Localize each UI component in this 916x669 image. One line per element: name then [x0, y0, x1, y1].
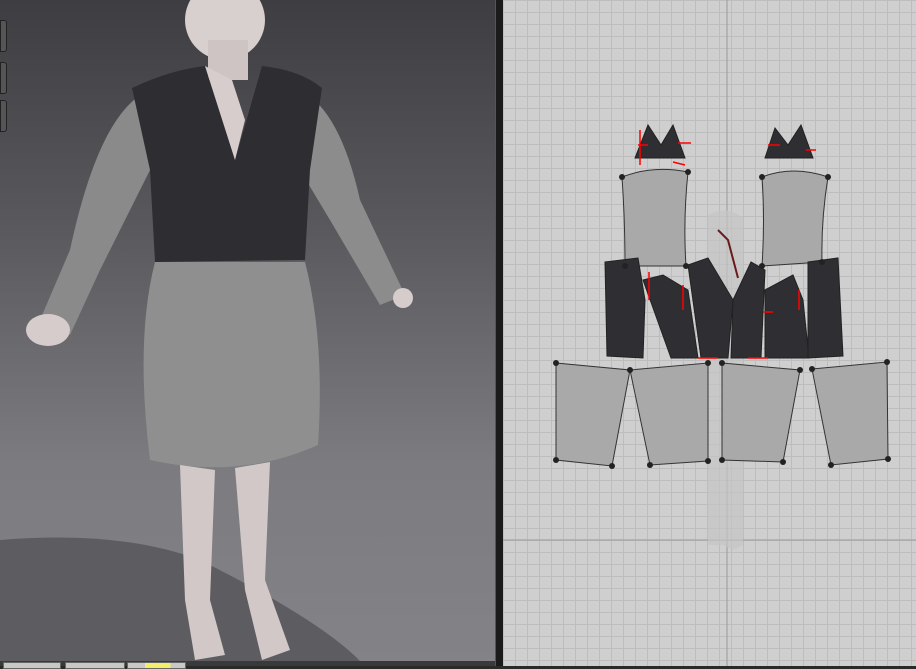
pattern-piece-front-right[interactable] [764, 274, 810, 359]
pattern-piece-sleeve-right[interactable] [761, 170, 829, 267]
pattern-piece-cap-left[interactable] [634, 123, 686, 159]
pattern-piece-front-left[interactable] [642, 274, 699, 359]
skirt [143, 262, 320, 468]
pattern-piece-skirt-1[interactable] [555, 362, 631, 467]
pattern-piece-sleeve-left[interactable] [621, 168, 689, 267]
pattern-piece-skirt-4[interactable] [811, 361, 889, 466]
pattern-canvas [503, 0, 916, 666]
pattern-piece-skirt-2[interactable] [629, 362, 709, 466]
3d-viewport[interactable] [0, 0, 495, 661]
pattern-piece-side-right[interactable] [807, 257, 844, 359]
pattern-piece-skirt-3[interactable] [721, 362, 801, 463]
pattern-piece-cap-right[interactable] [764, 123, 814, 159]
left-hand [26, 314, 70, 346]
bottom-tab-bar [0, 661, 495, 669]
right-hand [393, 288, 413, 308]
pattern-piece-side-left[interactable] [604, 257, 646, 359]
2d-pattern-viewport[interactable] [503, 0, 916, 666]
floor-shadow [0, 537, 360, 661]
avatar-3d-icon [0, 0, 413, 661]
left-sleeve [40, 90, 150, 335]
